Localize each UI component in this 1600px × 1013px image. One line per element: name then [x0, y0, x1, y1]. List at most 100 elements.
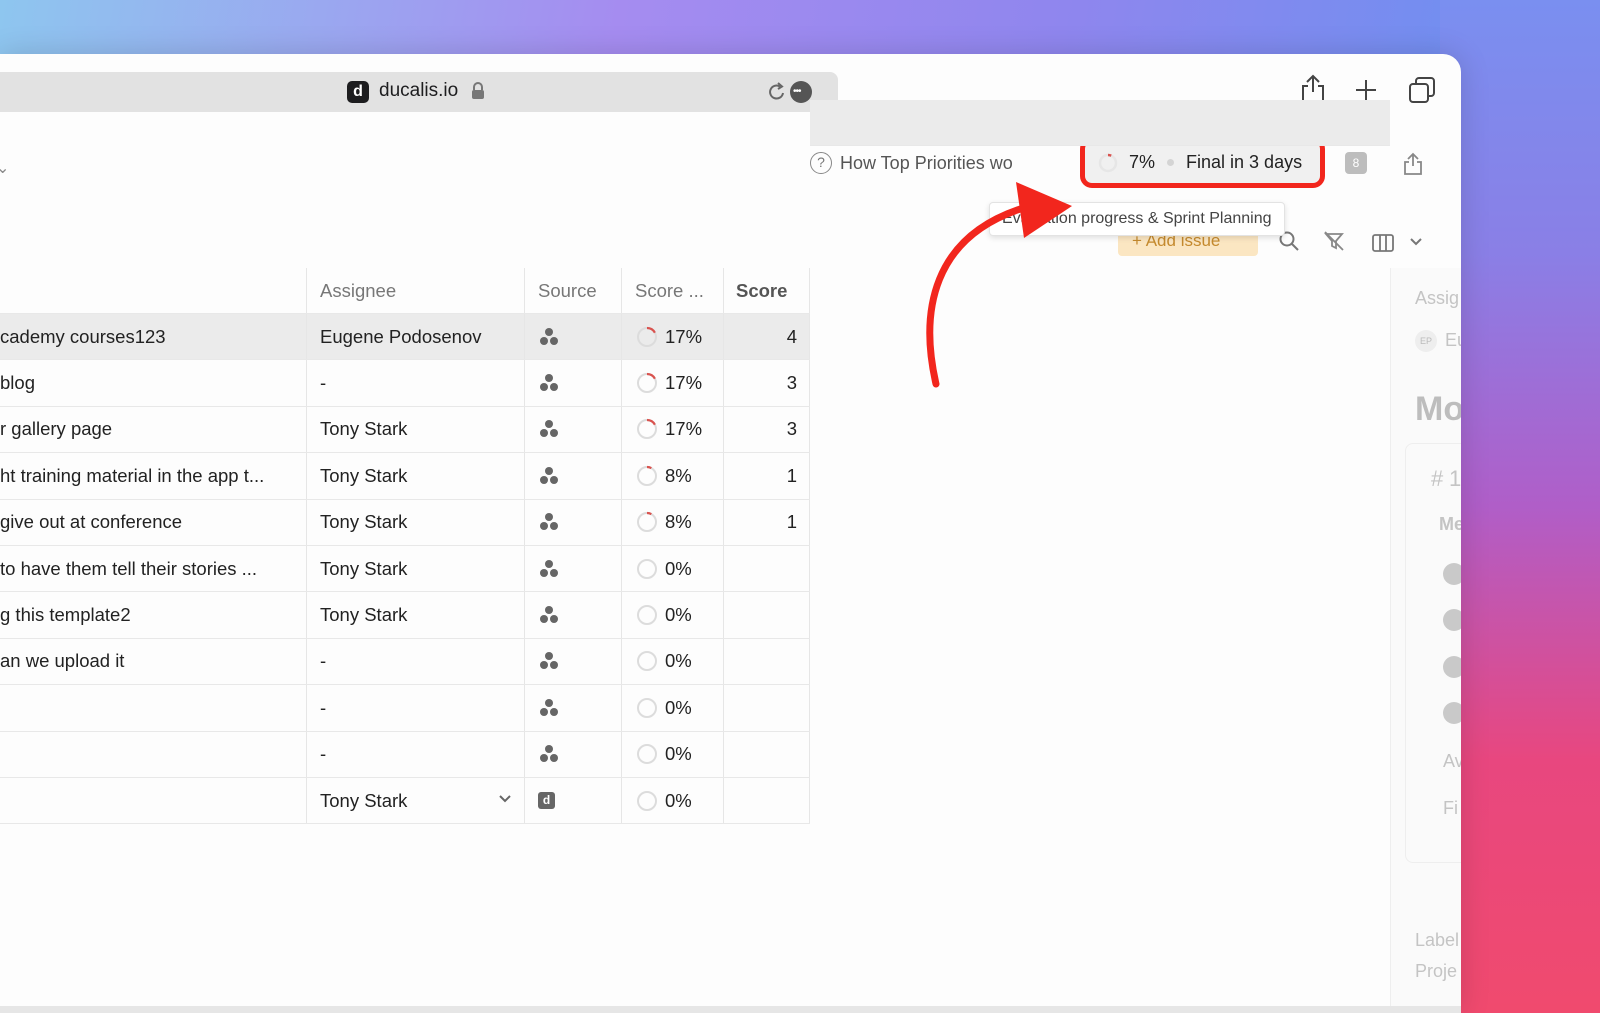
assignee-name: - — [320, 650, 327, 672]
score-cell — [723, 731, 810, 777]
reload-icon[interactable] — [767, 81, 787, 103]
issue-title: Mo — [1415, 390, 1461, 428]
score-progress-cell: 17% — [621, 314, 723, 360]
assignee-label: Assig — [1415, 288, 1460, 308]
score-progress-cell: 0% — [621, 685, 723, 731]
issue-title-cell[interactable]: cademy courses123 — [0, 314, 306, 359]
table-row[interactable]: blog - 17% 3 — [0, 360, 810, 407]
board-badge-icon[interactable]: 8 — [1345, 152, 1367, 174]
issue-title-cell[interactable]: to have them tell their stories ... — [0, 546, 306, 591]
assignee-cell[interactable]: Tony Stark — [306, 545, 524, 592]
assignee-cell[interactable]: Tony Stark — [306, 406, 524, 453]
issue-title-cell[interactable] — [0, 732, 306, 777]
score-progress-value: 17% — [665, 418, 703, 440]
score-progress-value: 17% — [665, 372, 703, 394]
assignee-cell[interactable]: Tony Stark — [306, 592, 524, 638]
table-row[interactable]: - 0% — [0, 685, 810, 732]
source-cell — [524, 314, 621, 360]
score-cell — [723, 638, 810, 685]
issue-title-cell[interactable]: blog — [0, 360, 306, 405]
table-row[interactable]: give out at conference Tony Stark 8% 1 — [0, 499, 810, 546]
score-progress-value: 0% — [665, 650, 692, 672]
desktop-wallpaper — [1440, 0, 1600, 1013]
source-cell — [524, 685, 621, 731]
issue-title-cell[interactable]: r gallery page — [0, 407, 306, 452]
source-cluster-icon — [540, 652, 558, 670]
filter-off-icon[interactable] — [1323, 230, 1345, 252]
export-icon[interactable] — [1402, 152, 1424, 176]
column-header-source[interactable]: Source — [524, 268, 621, 313]
bottom-edge — [0, 1006, 1461, 1013]
table-row[interactable]: Tony Stark d 0% — [0, 777, 810, 825]
assignee-cell[interactable]: - — [306, 638, 524, 685]
progress-ring-icon — [637, 512, 657, 533]
help-icon: ? — [810, 152, 832, 174]
browser-window: d ducalis.io ⌄ ? How Top Priorities wo 7… — [0, 54, 1461, 1013]
separator-dot — [1167, 159, 1175, 166]
badge-count: 8 — [1352, 156, 1360, 170]
chevron-down-icon[interactable] — [1409, 236, 1423, 248]
ducalis-source-icon: d — [538, 792, 555, 810]
column-header-score[interactable]: Score — [723, 268, 810, 313]
column-header-assignee[interactable]: Assignee — [306, 268, 524, 313]
assignee-cell[interactable]: - — [306, 360, 524, 406]
tabs-overview-icon[interactable] — [1408, 76, 1436, 104]
source-cluster-icon — [540, 559, 558, 577]
lock-icon — [472, 82, 484, 99]
assignee-name: Tony Stark — [320, 604, 408, 626]
score-cell: 4 — [723, 314, 810, 360]
issue-title-cell[interactable] — [0, 778, 306, 823]
table-row[interactable]: ht training material in the app t... Tony… — [0, 453, 810, 500]
chevron-down-icon[interactable]: ⌄ — [0, 158, 9, 178]
issue-title-cell[interactable]: give out at conference — [0, 500, 306, 545]
table-row[interactable]: an we upload it - 0% — [0, 638, 810, 686]
progress-ring-icon — [637, 558, 657, 579]
address-bar[interactable]: d ducalis.io — [0, 72, 838, 112]
progress-ring-icon — [637, 605, 657, 626]
table-row[interactable]: r gallery page Tony Stark 17% 3 — [0, 406, 810, 454]
issue-detail-panel: Assig EP Eu Mo # 1 Me Av Fi Label Proje — [1390, 268, 1461, 1013]
assignee-cell[interactable]: Tony Stark — [306, 777, 524, 824]
progress-ring-icon — [637, 744, 657, 765]
assignee-cell[interactable]: - — [306, 731, 524, 777]
assignee-cell[interactable]: Eugene Podosenov — [306, 314, 524, 360]
assignee-name[interactable]: Eu — [1445, 330, 1461, 351]
score-progress-cell: 17% — [621, 406, 723, 453]
table-row[interactable]: to have them tell their stories ... Tony … — [0, 545, 810, 593]
tab-members[interactable]: Me — [1439, 514, 1461, 535]
score-cell: 1 — [723, 453, 810, 499]
progress-ring-icon — [637, 465, 657, 486]
assignee-name: - — [320, 696, 327, 718]
issue-title-cell[interactable]: g this template2 — [0, 592, 306, 637]
assignee-name: Tony Stark — [320, 511, 408, 533]
avatar — [1443, 656, 1461, 678]
table-row[interactable]: cademy courses123 Eugene Podosenov 17% 4 — [0, 314, 810, 361]
table-row[interactable]: g this template2 Tony Stark 0% — [0, 592, 810, 639]
issue-title-cell[interactable]: ht training material in the app t... — [0, 453, 306, 498]
columns-icon[interactable] — [1372, 234, 1394, 252]
source-cell — [524, 453, 621, 499]
issue-title-cell[interactable] — [0, 685, 306, 730]
url-text[interactable]: ducalis.io — [379, 80, 458, 102]
issues-table: Assignee Source Score ... Score cademy c… — [0, 268, 810, 825]
source-cluster-icon — [540, 466, 558, 484]
table-row[interactable]: - 0% — [0, 731, 810, 778]
assignee-cell[interactable]: Tony Stark — [306, 453, 524, 499]
chevron-down-icon[interactable] — [498, 793, 512, 805]
progress-ring-icon — [637, 790, 657, 811]
assignee-cell[interactable]: Tony Stark — [306, 499, 524, 545]
score-progress-value: 0% — [665, 696, 692, 718]
source-cell — [524, 360, 621, 406]
column-header-score-progress[interactable]: Score ... — [621, 268, 723, 313]
assignee-cell[interactable]: - — [306, 685, 524, 731]
more-options-icon[interactable] — [790, 81, 812, 103]
new-tab-icon[interactable] — [1354, 78, 1378, 102]
assignee-name: Tony Stark — [320, 464, 408, 486]
score-progress-cell: 17% — [621, 360, 723, 406]
source-cluster-icon — [540, 513, 558, 531]
issue-title-cell[interactable]: an we upload it — [0, 639, 306, 684]
column-header-title[interactable] — [0, 268, 306, 313]
progress-percent: 7% — [1129, 152, 1156, 172]
score-progress-value: 0% — [665, 557, 692, 579]
score-progress-cell: 0% — [621, 592, 723, 638]
